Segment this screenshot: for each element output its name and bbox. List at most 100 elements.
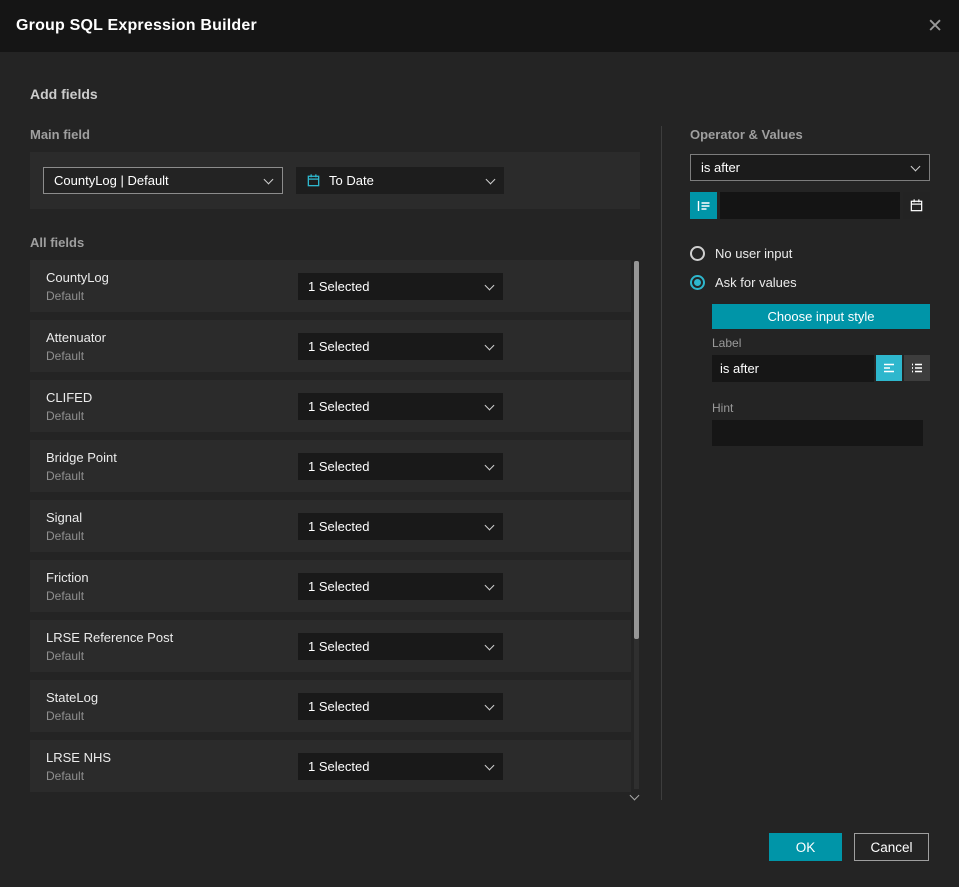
field-selection-value: 1 Selected bbox=[308, 759, 370, 774]
field-row: StateLog Default 1 Selected bbox=[30, 680, 631, 732]
operator-select-value: is after bbox=[701, 160, 741, 175]
radio-label: No user input bbox=[715, 246, 793, 261]
chevron-down-icon bbox=[484, 760, 495, 770]
chevron-down-icon bbox=[484, 580, 495, 590]
field-selection-value: 1 Selected bbox=[308, 699, 370, 714]
hint-label: Hint bbox=[712, 401, 734, 415]
label-label: Label bbox=[712, 336, 742, 350]
group-sql-expression-builder-dialog: Group SQL Expression Builder ✕ Add field… bbox=[0, 0, 959, 887]
field-row: CountyLog Default 1 Selected bbox=[30, 260, 631, 312]
date-field-select[interactable]: To Date bbox=[296, 167, 504, 194]
field-selection-dropdown[interactable]: 1 Selected bbox=[298, 633, 503, 660]
scrollbar[interactable] bbox=[634, 261, 639, 789]
value-input[interactable] bbox=[720, 192, 900, 219]
hint-input[interactable] bbox=[712, 420, 923, 446]
scrollbar-thumb[interactable] bbox=[634, 261, 639, 639]
calendar-button[interactable] bbox=[903, 192, 930, 219]
add-fields-heading: Add fields bbox=[30, 86, 98, 102]
main-field-panel: CountyLog | Default To Date bbox=[30, 152, 640, 209]
chevron-down-icon bbox=[484, 280, 495, 290]
radio-ask-for-values[interactable]: Ask for values bbox=[690, 275, 797, 290]
radio-selected-icon bbox=[690, 275, 705, 290]
field-subtitle: Default bbox=[46, 529, 85, 543]
single-line-style-button[interactable] bbox=[876, 355, 902, 381]
field-row: CLIFED Default 1 Selected bbox=[30, 380, 631, 432]
all-fields-list: CountyLog Default 1 Selected Attenuator … bbox=[30, 260, 631, 792]
field-subtitle: Default bbox=[46, 469, 85, 483]
field-name: Signal bbox=[46, 510, 83, 525]
calendar-icon bbox=[306, 173, 321, 188]
vertical-divider bbox=[661, 126, 662, 800]
cancel-button[interactable]: Cancel bbox=[854, 833, 929, 861]
field-name: CLIFED bbox=[46, 390, 93, 405]
field-name: Friction bbox=[46, 570, 89, 585]
field-name: LRSE NHS bbox=[46, 750, 112, 765]
list-style-button[interactable] bbox=[904, 355, 930, 381]
field-row: Friction Default 1 Selected bbox=[30, 560, 631, 612]
field-selection-dropdown[interactable]: 1 Selected bbox=[298, 453, 503, 480]
chevron-down-icon bbox=[484, 700, 495, 710]
field-selection-dropdown[interactable]: 1 Selected bbox=[298, 573, 503, 600]
field-selection-dropdown[interactable]: 1 Selected bbox=[298, 513, 503, 540]
calendar-icon bbox=[909, 198, 924, 213]
input-style-icon-button[interactable] bbox=[690, 192, 717, 219]
chevron-down-icon bbox=[485, 174, 496, 184]
chevron-down-icon bbox=[484, 340, 495, 350]
main-field-select-value: CountyLog | Default bbox=[54, 173, 169, 188]
field-selection-value: 1 Selected bbox=[308, 579, 370, 594]
field-selection-dropdown[interactable]: 1 Selected bbox=[298, 693, 503, 720]
field-subtitle: Default bbox=[46, 349, 85, 363]
main-field-label: Main field bbox=[30, 127, 90, 142]
field-row: Bridge Point Default 1 Selected bbox=[30, 440, 631, 492]
input-style-icon bbox=[696, 198, 712, 214]
field-name: CountyLog bbox=[46, 270, 109, 285]
list-icon bbox=[910, 361, 924, 375]
field-subtitle: Default bbox=[46, 649, 85, 663]
field-selection-dropdown[interactable]: 1 Selected bbox=[298, 753, 503, 780]
radio-no-user-input[interactable]: No user input bbox=[690, 246, 792, 261]
radio-label: Ask for values bbox=[715, 275, 797, 290]
field-subtitle: Default bbox=[46, 589, 85, 603]
field-selection-value: 1 Selected bbox=[308, 279, 370, 294]
field-selection-value: 1 Selected bbox=[308, 339, 370, 354]
dialog-header: Group SQL Expression Builder ✕ bbox=[0, 0, 959, 52]
field-subtitle: Default bbox=[46, 409, 85, 423]
field-subtitle: Default bbox=[46, 709, 85, 723]
value-row bbox=[690, 192, 930, 219]
field-selection-dropdown[interactable]: 1 Selected bbox=[298, 273, 503, 300]
chevron-down-icon bbox=[484, 520, 495, 530]
close-icon[interactable]: ✕ bbox=[927, 17, 943, 36]
dialog-title: Group SQL Expression Builder bbox=[16, 17, 257, 34]
chevron-down-icon bbox=[484, 400, 495, 410]
field-row: Attenuator Default 1 Selected bbox=[30, 320, 631, 372]
field-selection-value: 1 Selected bbox=[308, 639, 370, 654]
field-selection-dropdown[interactable]: 1 Selected bbox=[298, 333, 503, 360]
field-row: LRSE Reference Post Default 1 Selected bbox=[30, 620, 631, 672]
field-subtitle: Default bbox=[46, 289, 85, 303]
field-selection-value: 1 Selected bbox=[308, 459, 370, 474]
choose-input-style-button[interactable]: Choose input style bbox=[712, 304, 930, 329]
chevron-down-icon bbox=[263, 174, 274, 184]
field-selection-value: 1 Selected bbox=[308, 519, 370, 534]
operator-values-label: Operator & Values bbox=[690, 127, 803, 142]
field-selection-value: 1 Selected bbox=[308, 399, 370, 414]
field-selection-dropdown[interactable]: 1 Selected bbox=[298, 393, 503, 420]
chevron-down-icon bbox=[484, 460, 495, 470]
align-left-icon bbox=[882, 361, 896, 375]
all-fields-label: All fields bbox=[30, 235, 85, 250]
field-name: StateLog bbox=[46, 690, 99, 705]
field-subtitle: Default bbox=[46, 769, 85, 783]
scroll-down-icon[interactable] bbox=[629, 790, 640, 801]
ok-button[interactable]: OK bbox=[769, 833, 842, 861]
date-field-select-value: To Date bbox=[329, 173, 374, 188]
chevron-down-icon bbox=[484, 640, 495, 650]
field-name: Bridge Point bbox=[46, 450, 117, 465]
field-row: LRSE NHS Default 1 Selected bbox=[30, 740, 631, 792]
label-row bbox=[712, 355, 930, 382]
field-row: Signal Default 1 Selected bbox=[30, 500, 631, 552]
chevron-down-icon bbox=[910, 161, 921, 171]
operator-select[interactable]: is after bbox=[690, 154, 930, 181]
main-field-select[interactable]: CountyLog | Default bbox=[43, 167, 283, 194]
field-name: Attenuator bbox=[46, 330, 106, 345]
label-input[interactable] bbox=[712, 355, 874, 382]
